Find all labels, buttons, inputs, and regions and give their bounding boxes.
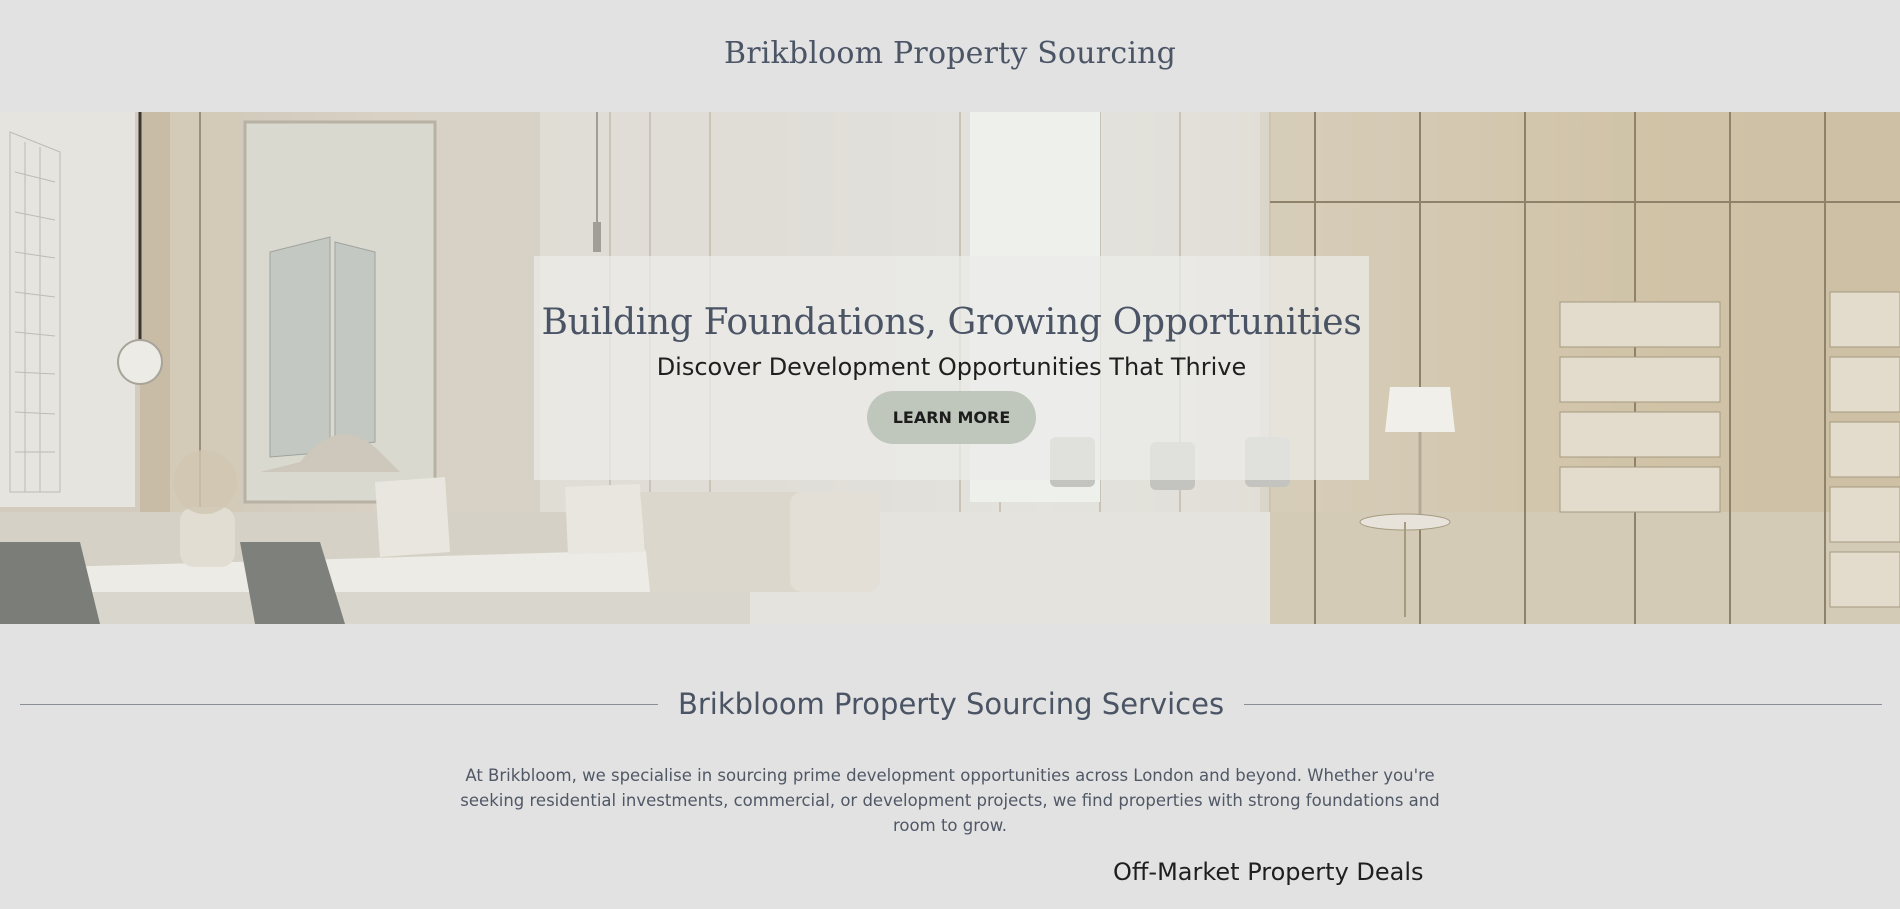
hero-card: Building Foundations, Growing Opportunit…: [534, 256, 1369, 480]
learn-more-button[interactable]: LEARN MORE: [867, 391, 1036, 444]
service-title-off-market: Off-Market Property Deals: [1113, 858, 1424, 886]
services-heading-row: Brikbloom Property Sourcing Services: [20, 680, 1883, 728]
hero-subheading: Discover Development Opportunities That …: [656, 353, 1247, 381]
divider-right: [1244, 703, 1883, 705]
hero-banner: Building Foundations, Growing Opportunit…: [0, 112, 1900, 624]
services-description: At Brikbloom, we specialise in sourcing …: [460, 766, 1440, 835]
divider-left: [20, 703, 658, 705]
services-heading: Brikbloom Property Sourcing Services: [677, 687, 1225, 721]
hero-heading: Building Foundations, Growing Opportunit…: [541, 302, 1362, 343]
site-header: Brikbloom Property Sourcing: [0, 0, 1900, 112]
site-title[interactable]: Brikbloom Property Sourcing: [724, 36, 1176, 71]
